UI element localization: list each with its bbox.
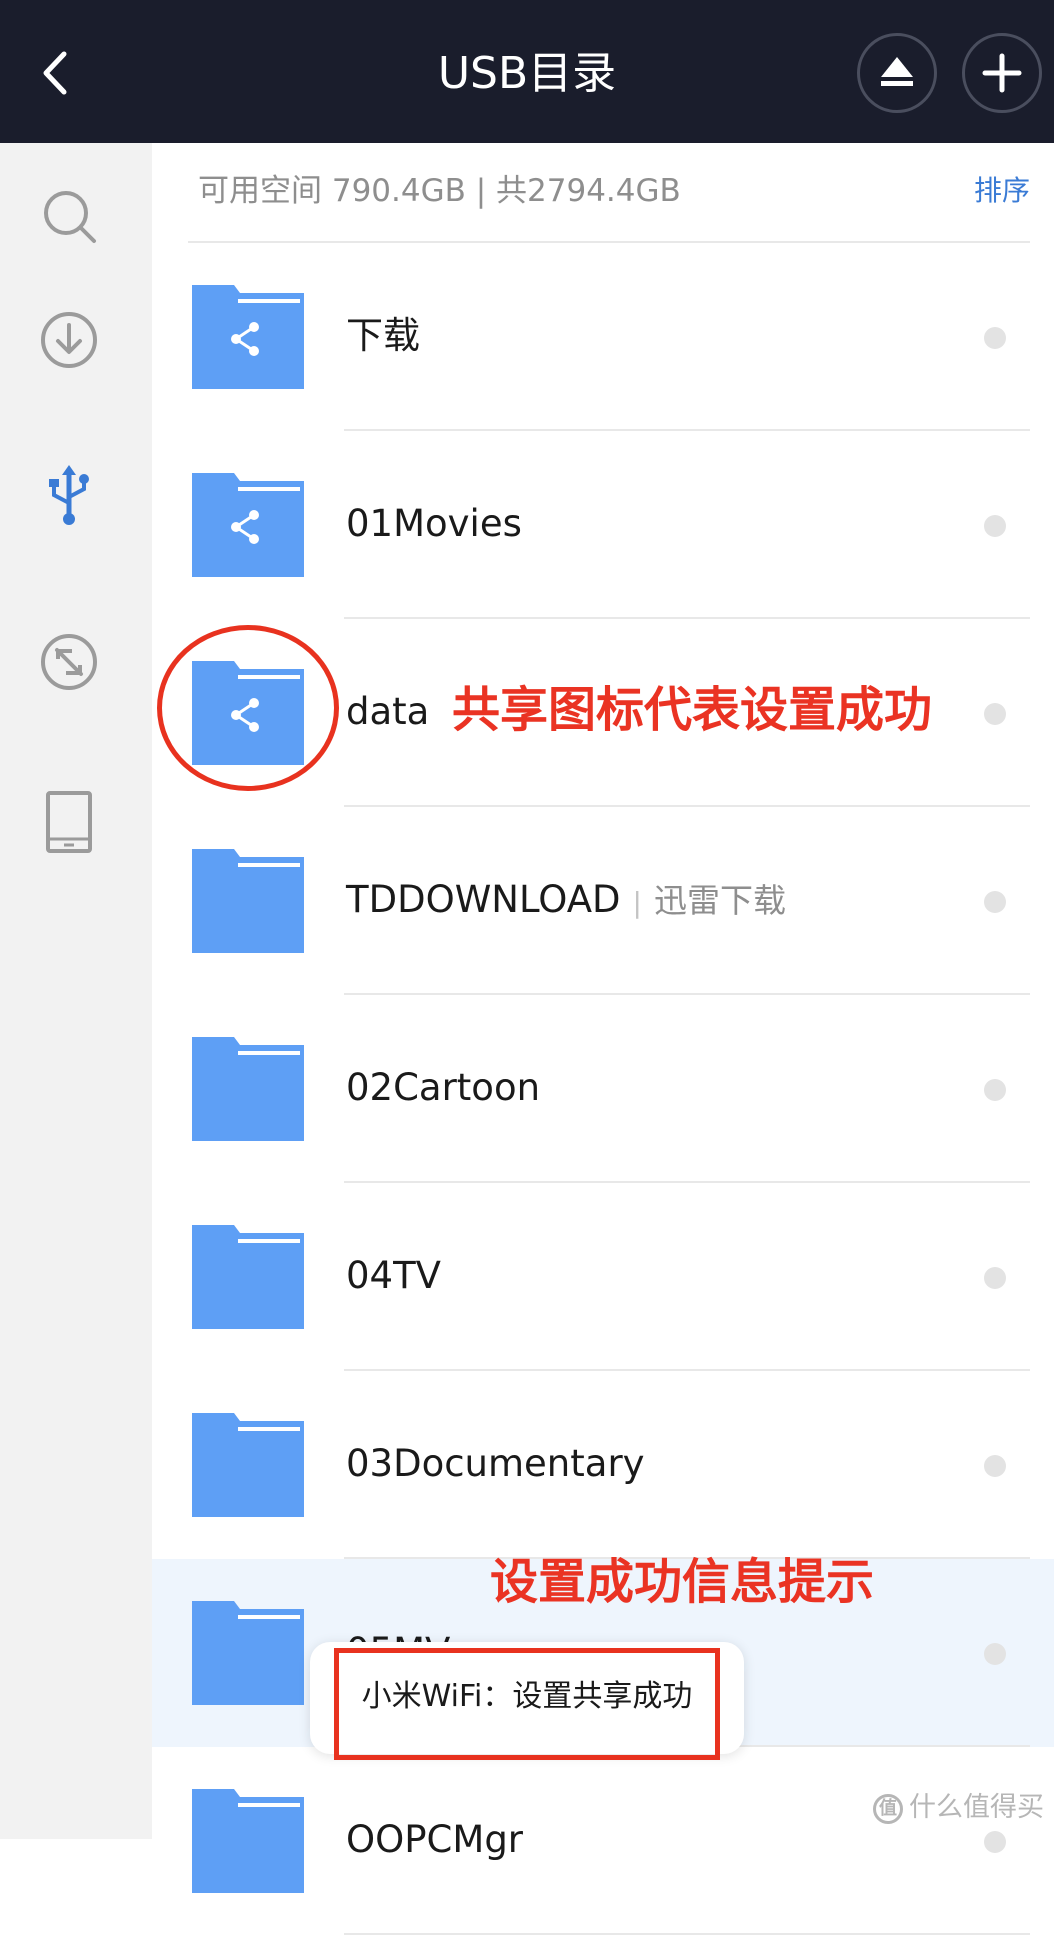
annotation-success-note: 设置成功信息提示 <box>490 1554 875 1610</box>
folder-alias: 迅雷下载 <box>653 881 786 920</box>
folder-icon <box>192 1225 304 1329</box>
select-dot[interactable] <box>984 1831 1006 1853</box>
folder-name: TDDOWNLOAD | 迅雷下载 <box>346 875 786 928</box>
folder-icon <box>192 1037 304 1141</box>
folder-name-text: TDDOWNLOAD <box>346 878 621 921</box>
folder-name-text: 04TV <box>346 1254 441 1297</box>
download-icon <box>41 312 97 368</box>
select-dot[interactable] <box>984 515 1006 537</box>
folder-name-text: 03Documentary <box>346 1442 645 1485</box>
sidebar-item-speed[interactable] <box>36 629 102 695</box>
folder-icon <box>192 849 304 953</box>
select-dot[interactable] <box>984 1455 1006 1477</box>
folder-name-text: 02Cartoon <box>346 1066 541 1109</box>
folder-row[interactable]: 04TV <box>152 1183 1054 1371</box>
folder-name-text: 下载 <box>346 314 420 357</box>
select-dot[interactable] <box>984 703 1006 725</box>
watermark-logo: 值 <box>873 1793 903 1824</box>
usb-icon <box>49 465 89 525</box>
select-dot[interactable] <box>984 1079 1006 1101</box>
sidebar <box>0 143 152 1839</box>
folder-name: 下载 <box>346 311 420 361</box>
select-dot[interactable] <box>984 327 1006 349</box>
select-dot[interactable] <box>984 1267 1006 1289</box>
folder-name-text: 01Movies <box>346 502 522 545</box>
folder-name: 02Cartoon <box>346 1063 540 1113</box>
folder-name: 03Documentary <box>346 1439 645 1489</box>
tablet-icon <box>46 791 92 853</box>
sidebar-item-search[interactable] <box>36 183 102 249</box>
sidebar-item-download[interactable] <box>36 307 102 373</box>
folder-row[interactable]: TDDOWNLOAD | 迅雷下载 <box>152 807 1054 995</box>
folder-row[interactable]: 03Documentary <box>152 1371 1054 1559</box>
folder-name: 04TV <box>346 1251 441 1301</box>
storage-space-text: 可用空间 790.4GB | 共2794.4GB <box>198 173 681 209</box>
annotation-share-note: 共享图标代表设置成功 <box>452 682 933 738</box>
shared-folder-icon <box>192 285 304 389</box>
folder-icon <box>192 1789 304 1893</box>
folder-name: data <box>346 687 429 737</box>
annotation-toast-frame <box>334 1648 720 1760</box>
watermark: 值什么值得买 <box>873 1790 1044 1826</box>
speed-icon <box>41 634 97 690</box>
folder-name: 01Movies <box>346 499 522 549</box>
folder-row[interactable]: 下载 <box>152 243 1054 431</box>
search-icon <box>44 191 96 243</box>
watermark-text: 什么值得买 <box>909 1792 1044 1823</box>
folder-icon <box>192 1601 304 1705</box>
sidebar-item-tablet[interactable] <box>36 789 102 855</box>
sidebar-item-usb[interactable] <box>36 463 102 529</box>
folder-row[interactable]: 01Movies <box>152 431 1054 619</box>
shared-folder-icon <box>192 473 304 577</box>
eject-icon <box>881 57 913 86</box>
add-button[interactable] <box>962 33 1042 113</box>
select-dot[interactable] <box>984 1643 1006 1665</box>
eject-button[interactable] <box>857 33 937 113</box>
folder-name: OOPCMgr <box>346 1815 523 1865</box>
folder-row[interactable]: OOPCMgr <box>152 1747 1054 1935</box>
folder-name-separator: | <box>632 886 642 919</box>
select-dot[interactable] <box>984 891 1006 913</box>
folder-name-text: data <box>346 690 430 733</box>
top-bar: USB目录 <box>0 0 1054 143</box>
folder-name-text: OOPCMgr <box>346 1818 524 1861</box>
annotation-circle <box>157 625 339 791</box>
folder-icon <box>192 1413 304 1517</box>
sort-button[interactable]: 排序 <box>974 171 1030 211</box>
plus-icon <box>982 53 1022 93</box>
folder-row[interactable]: 02Cartoon <box>152 995 1054 1183</box>
